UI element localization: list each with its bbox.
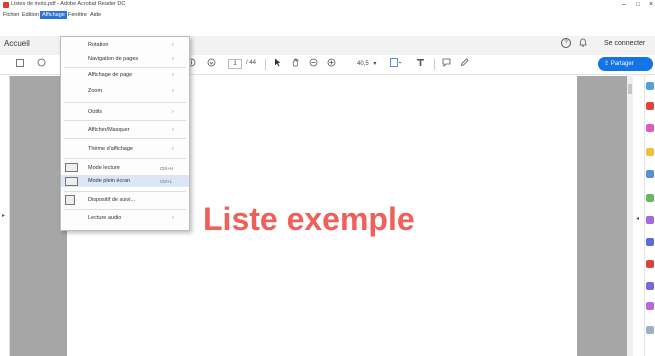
view-menu-read-aloud[interactable]: Lecture audio	[88, 215, 121, 221]
menu-edition[interactable]: Edition	[20, 11, 41, 19]
close-button[interactable]: ×	[644, 0, 655, 10]
tab-home[interactable]: Accueil	[4, 39, 30, 48]
view-menu-tracker[interactable]: Dispositif de suivi...	[88, 197, 135, 203]
protect-icon[interactable]	[646, 260, 654, 268]
menu-separator	[64, 209, 186, 210]
view-menu-page-navigation[interactable]: Navigation de pages	[88, 56, 138, 62]
organize-pages-icon[interactable]	[646, 194, 654, 202]
menu-affichage[interactable]: Affichage	[40, 11, 67, 19]
menu-bar: Fichier Edition Affichage Fenêtre Aide	[0, 10, 655, 20]
minimize-button[interactable]: –	[617, 0, 631, 10]
submenu-arrow-icon: ›	[172, 127, 174, 133]
maximize-button[interactable]: □	[631, 0, 645, 10]
comment-tool-icon[interactable]	[646, 148, 654, 156]
view-menu-page-display[interactable]: Affichage de page	[88, 72, 132, 78]
menu-separator	[64, 120, 186, 121]
vertical-scrollbar[interactable]	[627, 76, 633, 356]
fill-sign-icon[interactable]	[646, 216, 654, 224]
select-cursor-icon[interactable]	[272, 58, 282, 70]
zoom-out-icon[interactable]	[308, 58, 318, 70]
view-menu-full-screen[interactable]: Mode plein écran	[88, 178, 130, 184]
view-menu-display-theme[interactable]: Thème d'affichage	[88, 146, 133, 152]
menu-separator	[64, 138, 186, 139]
menu-fenetre[interactable]: Fenêtre	[66, 11, 89, 19]
toolbar-separator	[265, 59, 266, 70]
send-for-signature-icon[interactable]	[646, 238, 654, 246]
notification-bell-icon[interactable]	[579, 38, 587, 49]
page-number-input[interactable]: 1	[228, 59, 242, 69]
document-heading: Liste exemple	[203, 201, 415, 237]
zoom-in-icon[interactable]	[326, 58, 336, 70]
shortcut-ctrl-l: Ctrl+L	[160, 179, 173, 184]
full-screen-icon	[65, 177, 78, 186]
submenu-arrow-icon: ›	[172, 56, 174, 62]
title-bar: Listes de mots.pdf - Adobe Acrobat Reade…	[0, 0, 655, 10]
submenu-arrow-icon: ›	[172, 215, 174, 221]
combine-files-icon[interactable]	[646, 170, 654, 178]
window-title: Listes de mots.pdf - Adobe Acrobat Reade…	[11, 1, 126, 7]
submenu-arrow-icon: ›	[172, 88, 174, 94]
page-total: / 44	[246, 60, 257, 66]
menu-separator	[64, 102, 186, 103]
export-pdf-icon[interactable]	[646, 82, 654, 90]
submenu-arrow-icon: ›	[172, 146, 174, 152]
save-icon[interactable]	[15, 58, 25, 70]
collapse-right-panel-icon[interactable]: ◂	[636, 215, 639, 222]
share-label: Partager	[610, 61, 634, 67]
next-page-icon[interactable]	[206, 58, 216, 70]
zoom-level-value: 40,5	[357, 61, 369, 67]
create-pdf-icon[interactable]	[646, 102, 654, 110]
view-menu-tools[interactable]: Outils	[88, 109, 102, 115]
submenu-arrow-icon: ›	[172, 72, 174, 78]
view-menu-rotation[interactable]: Rotation	[88, 42, 109, 48]
view-menu-zoom[interactable]: Zoom	[88, 88, 102, 94]
menu-separator	[64, 67, 186, 68]
comment-icon[interactable]	[441, 58, 451, 70]
view-menu-reading-mode[interactable]: Mode lecture	[88, 165, 120, 171]
scan-ocr-icon[interactable]	[646, 282, 654, 290]
sign-in-link[interactable]: Se connecter	[604, 40, 645, 47]
share-button[interactable]: ⇪ Partager	[598, 57, 653, 71]
view-menu-show-hide[interactable]: Afficher/Masquer	[88, 127, 129, 133]
chevron-down-icon: ▾	[373, 61, 377, 67]
submenu-arrow-icon: ›	[172, 42, 174, 48]
shortcut-ctrl-h: Ctrl+H	[160, 166, 173, 171]
menu-separator	[64, 158, 186, 159]
menu-separator	[64, 191, 186, 192]
expand-left-panel-icon[interactable]: ▸	[2, 212, 5, 219]
pen-icon[interactable]	[459, 58, 469, 70]
page-fit-icon[interactable]	[389, 58, 403, 70]
submenu-arrow-icon: ›	[172, 109, 174, 115]
print-icon[interactable]	[36, 58, 46, 70]
measure-icon[interactable]	[646, 302, 654, 310]
reading-mode-icon	[65, 163, 78, 172]
share-icon: ⇪	[604, 61, 611, 67]
edit-pdf-icon[interactable]	[646, 124, 654, 132]
menu-fichier[interactable]: Fichier	[1, 11, 22, 19]
acrobat-app-icon	[3, 2, 9, 8]
hand-tool-icon[interactable]	[290, 58, 300, 70]
help-icon[interactable]: ?	[561, 38, 571, 48]
tracker-icon	[65, 195, 75, 205]
menu-aide[interactable]: Aide	[88, 11, 103, 19]
scrollbar-thumb[interactable]	[628, 84, 632, 94]
zoom-level-dropdown[interactable]: 40,5 ▾	[357, 59, 387, 69]
toolbar-separator	[434, 59, 435, 70]
more-tools-icon[interactable]	[646, 326, 654, 334]
highlight-tool-icon[interactable]	[415, 58, 425, 70]
